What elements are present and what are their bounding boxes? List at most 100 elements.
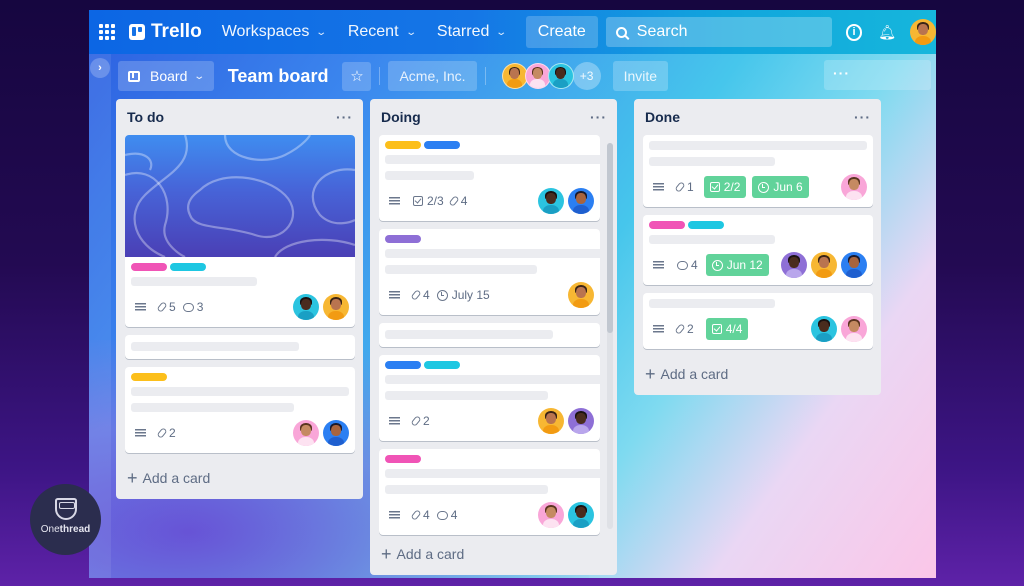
label-cyan[interactable] bbox=[170, 263, 206, 271]
label-pink[interactable] bbox=[649, 221, 685, 229]
label-pink[interactable] bbox=[131, 263, 167, 271]
member-avatar[interactable] bbox=[538, 502, 564, 528]
board-header: › Board ⌄ Team board ☆ Acme, Inc. +3 Invi… bbox=[89, 54, 936, 98]
due-date-complete-badge[interactable]: Jun 6 bbox=[752, 176, 809, 198]
list-title[interactable]: To do bbox=[127, 109, 164, 125]
add-card-button[interactable]: + Add a card bbox=[634, 357, 881, 395]
member-avatar[interactable] bbox=[323, 294, 349, 320]
list-header: Done ··· bbox=[634, 99, 881, 135]
checklist-icon bbox=[711, 324, 722, 334]
label-pink[interactable] bbox=[385, 455, 421, 463]
card[interactable] bbox=[125, 335, 355, 359]
list-scrollbar[interactable] bbox=[607, 143, 613, 529]
search-input[interactable]: Search bbox=[605, 17, 832, 47]
label-blue[interactable] bbox=[424, 141, 460, 149]
member-avatar[interactable] bbox=[568, 188, 594, 214]
nav-recent-menu[interactable]: Recent ⌄ bbox=[348, 23, 417, 41]
member-avatar[interactable] bbox=[568, 502, 594, 528]
card[interactable]: 1 2/2 Jun 6 bbox=[643, 135, 873, 207]
card-title-placeholder bbox=[385, 375, 600, 384]
list-menu-button[interactable]: ··· bbox=[854, 109, 871, 125]
list-doing: Doing ··· 2/3 4 4 July 15 2 4 4 + Add a … bbox=[370, 99, 617, 575]
label-blue[interactable] bbox=[385, 361, 421, 369]
label-purple[interactable] bbox=[385, 235, 421, 243]
due-date-complete-badge[interactable]: Jun 12 bbox=[705, 254, 769, 276]
label-yellow[interactable] bbox=[131, 373, 167, 381]
add-card-button[interactable]: + Add a card bbox=[370, 543, 608, 575]
card[interactable]: 2 bbox=[125, 367, 355, 453]
label-cyan[interactable] bbox=[424, 361, 460, 369]
app-switcher-icon[interactable] bbox=[99, 24, 115, 40]
card-title-placeholder bbox=[385, 265, 537, 274]
user-avatar[interactable] bbox=[910, 19, 936, 45]
member-avatar[interactable] bbox=[501, 63, 528, 89]
card[interactable]: 2/3 4 bbox=[379, 135, 600, 221]
board-title[interactable]: Team board bbox=[228, 66, 329, 87]
trello-logo[interactable]: Trello bbox=[129, 21, 202, 43]
badge-count: 4 bbox=[450, 508, 458, 522]
attachments-badge: 4 bbox=[448, 194, 467, 208]
board-menu-button[interactable]: ··· bbox=[824, 60, 931, 90]
invite-button[interactable]: Invite bbox=[612, 61, 669, 91]
star-board-button[interactable]: ☆ bbox=[342, 61, 372, 91]
bell-icon[interactable]: 🔔︎ bbox=[878, 24, 896, 41]
member-avatar[interactable] bbox=[841, 174, 867, 200]
checklist-complete-badge: 4/4 bbox=[705, 318, 749, 340]
card[interactable]: 2 4/4 bbox=[643, 293, 873, 349]
card[interactable]: 2 bbox=[379, 355, 600, 441]
checklist-badge: 2/3 bbox=[413, 194, 444, 208]
member-avatar[interactable] bbox=[568, 282, 594, 308]
info-icon[interactable]: i bbox=[845, 23, 863, 41]
board-members[interactable]: +3 bbox=[501, 62, 601, 90]
card-title-placeholder bbox=[649, 141, 867, 150]
list-menu-button[interactable]: ··· bbox=[336, 109, 353, 125]
nav-starred-menu[interactable]: Starred ⌄ bbox=[437, 23, 508, 41]
create-button[interactable]: Create bbox=[525, 16, 598, 48]
member-avatar[interactable] bbox=[538, 408, 564, 434]
more-members-badge[interactable]: +3 bbox=[572, 62, 601, 90]
paperclip-icon bbox=[410, 289, 422, 301]
member-avatar[interactable] bbox=[538, 188, 564, 214]
member-avatar[interactable] bbox=[547, 63, 574, 89]
list-title[interactable]: Doing bbox=[381, 109, 421, 125]
list-menu-button[interactable]: ··· bbox=[590, 109, 607, 125]
card-title-placeholder bbox=[131, 342, 299, 351]
description-icon bbox=[389, 416, 400, 426]
card[interactable]: 4 Jun 12 bbox=[643, 215, 873, 285]
nav-workspaces-menu[interactable]: Workspaces ⌄ bbox=[222, 23, 328, 41]
member-avatar[interactable] bbox=[524, 63, 551, 89]
label-yellow[interactable] bbox=[385, 141, 421, 149]
card-badges: 4 4 bbox=[385, 501, 594, 529]
member-avatar[interactable] bbox=[323, 420, 349, 446]
badge-count: 2 bbox=[169, 426, 176, 440]
card[interactable]: 5 3 bbox=[125, 135, 355, 327]
label-cyan[interactable] bbox=[688, 221, 724, 229]
member-avatar[interactable] bbox=[568, 408, 594, 434]
list-done: Done ··· 1 2/2 Jun 6 4 Jun 12 2 4/4 + Ad… bbox=[634, 99, 881, 395]
member-avatar[interactable] bbox=[811, 316, 837, 342]
clock-icon bbox=[711, 259, 723, 271]
add-card-button[interactable]: + Add a card bbox=[116, 461, 363, 499]
card[interactable]: 4 4 bbox=[379, 449, 600, 535]
member-avatar[interactable] bbox=[293, 420, 319, 446]
card-badges: 2/3 4 bbox=[385, 187, 594, 215]
scrollbar-thumb[interactable] bbox=[607, 143, 613, 333]
member-avatar[interactable] bbox=[841, 252, 867, 278]
card[interactable] bbox=[379, 323, 600, 347]
description-icon bbox=[653, 324, 664, 334]
member-avatar[interactable] bbox=[811, 252, 837, 278]
expand-sidebar-button[interactable]: › bbox=[90, 58, 110, 78]
board-view-switcher[interactable]: Board ⌄ bbox=[118, 61, 214, 91]
member-avatar[interactable] bbox=[781, 252, 807, 278]
card[interactable]: 4 July 15 bbox=[379, 229, 600, 315]
card-title-placeholder bbox=[385, 391, 548, 400]
paperclip-icon bbox=[156, 301, 168, 313]
workspace-button[interactable]: Acme, Inc. bbox=[388, 61, 477, 91]
member-avatar[interactable] bbox=[841, 316, 867, 342]
cover-pattern bbox=[125, 135, 355, 257]
plus-icon: + bbox=[381, 544, 392, 564]
description-icon bbox=[135, 302, 146, 312]
member-avatar[interactable] bbox=[293, 294, 319, 320]
attachments-badge: 4 bbox=[410, 508, 430, 522]
list-title[interactable]: Done bbox=[645, 109, 680, 125]
